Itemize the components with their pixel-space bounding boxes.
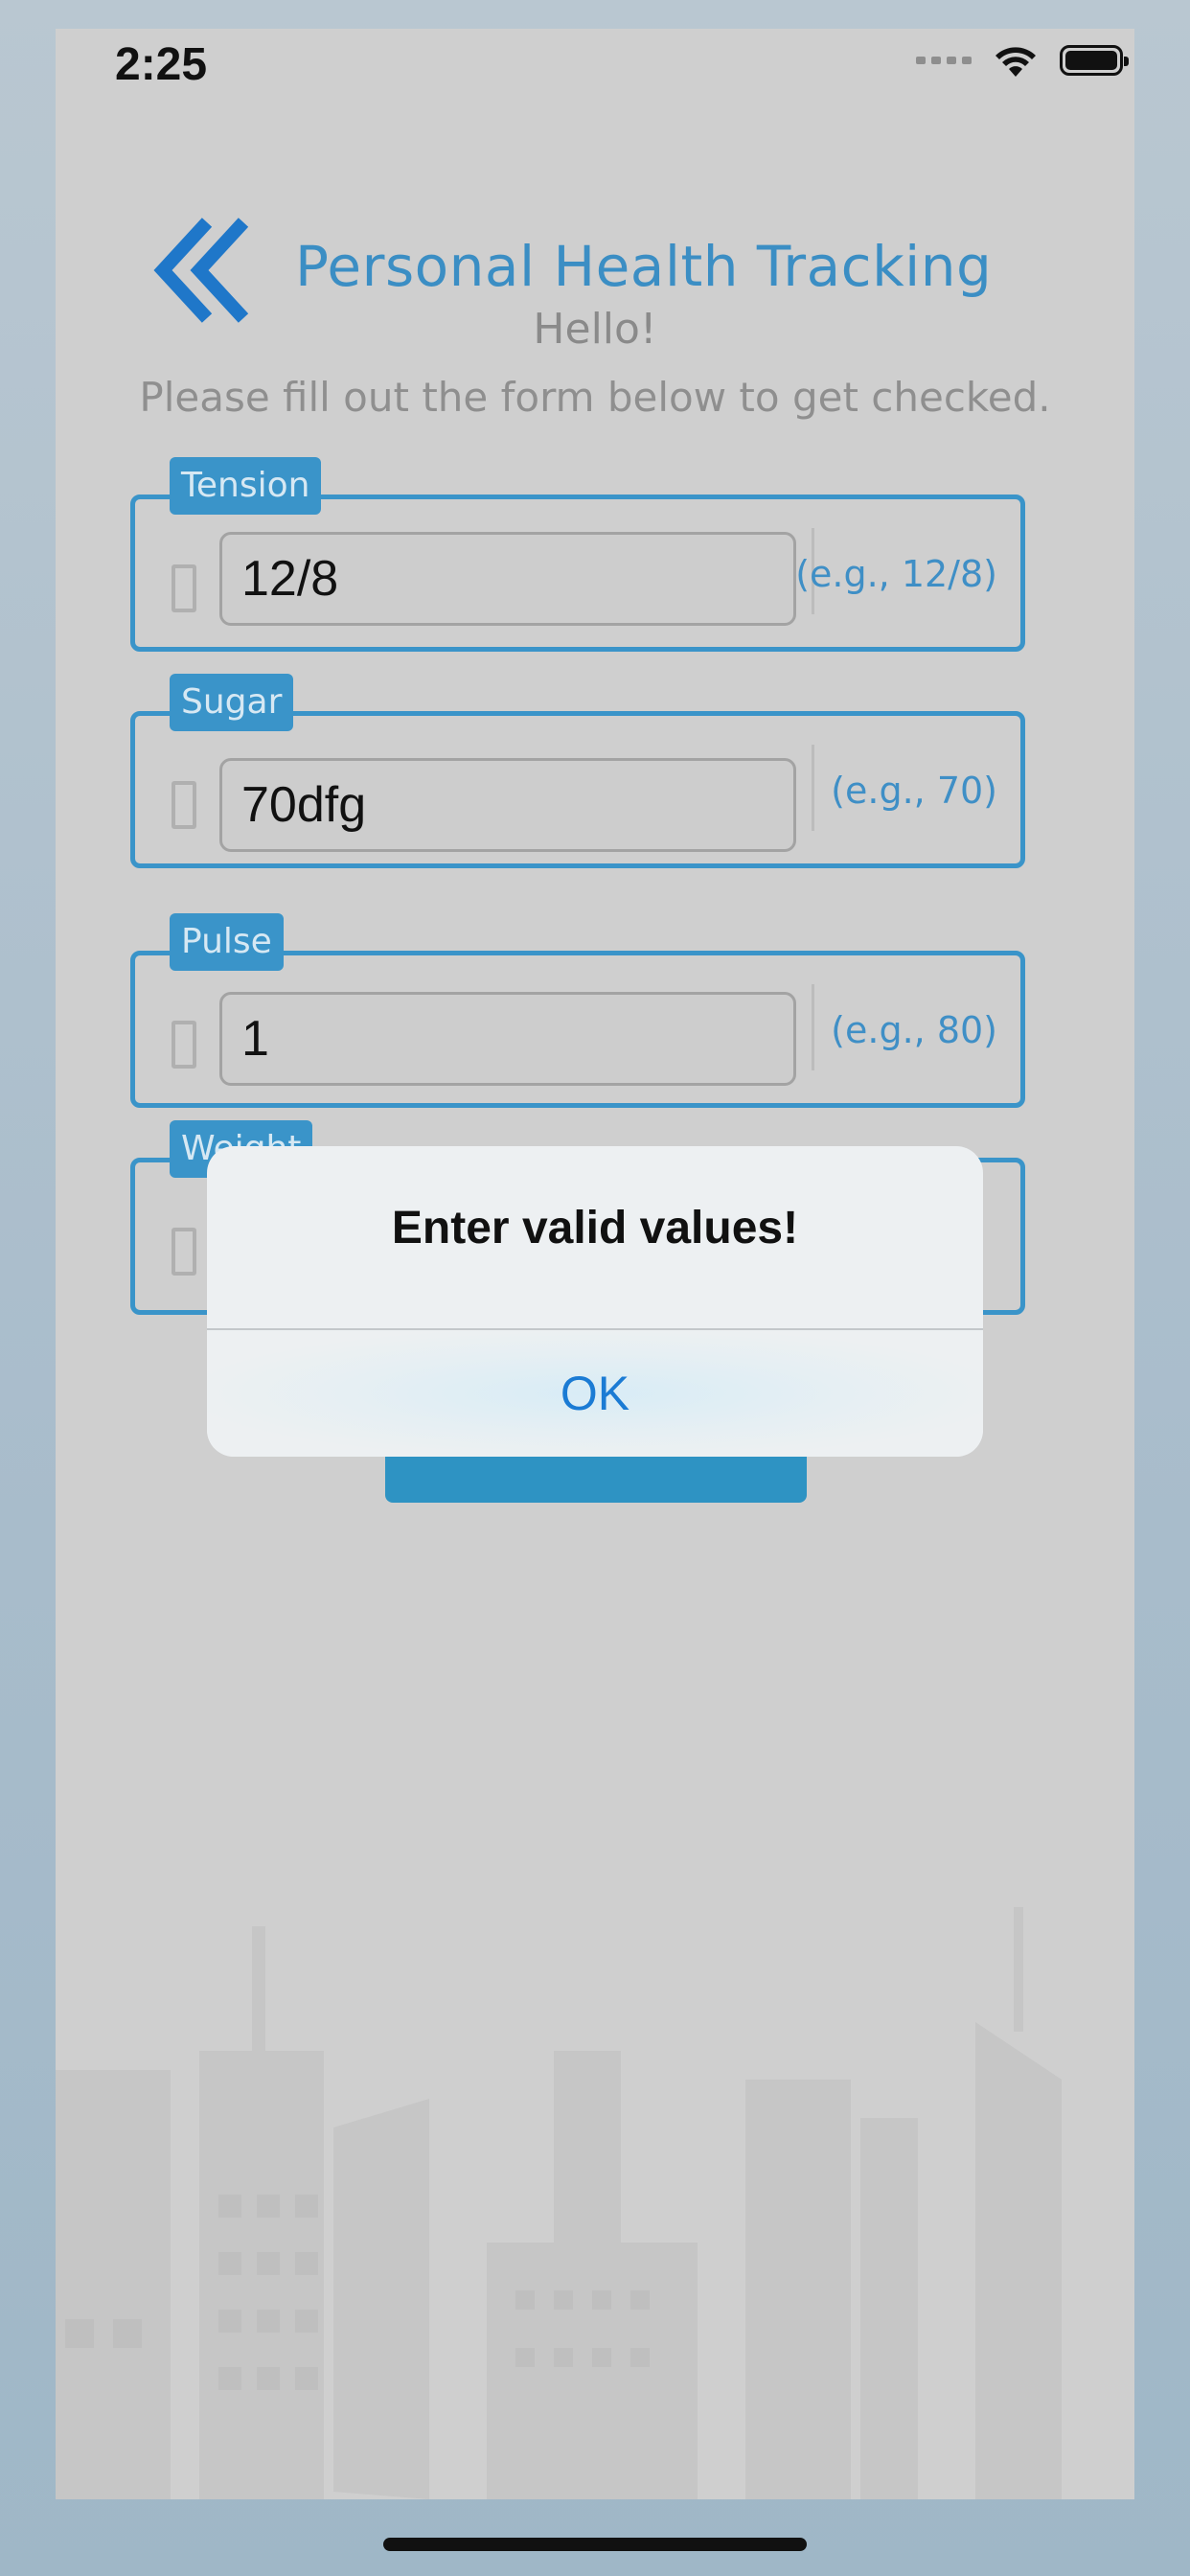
- field-divider: [812, 984, 814, 1070]
- status-time: 2:25: [115, 39, 208, 90]
- instructions-text: Please fill out the form below to get ch…: [139, 374, 1051, 421]
- field-marker-icon: [172, 1228, 196, 1276]
- tension-field-group: Tension 12/8 (e.g., 12/8): [130, 457, 1025, 652]
- city-skyline-illustration: [56, 1907, 1062, 2499]
- sugar-field-group: Sugar 70dfg (e.g., 70): [130, 674, 1025, 868]
- alert-ok-button[interactable]: OK: [207, 1330, 983, 1457]
- alert-dialog: Enter valid values! OK: [207, 1146, 983, 1457]
- field-divider: [812, 745, 814, 831]
- sugar-label: Sugar: [170, 674, 294, 731]
- pulse-input[interactable]: 1: [219, 992, 796, 1086]
- tension-hint: (e.g., 12/8): [795, 553, 997, 595]
- wifi-icon: [995, 47, 1036, 77]
- alert-message: Enter valid values!: [391, 1203, 799, 1254]
- pulse-field-group: Pulse 1 (e.g., 80): [130, 913, 1025, 1108]
- cellular-signal-icon: [916, 57, 972, 64]
- field-marker-icon: [172, 564, 196, 612]
- pulse-hint: (e.g., 80): [831, 1009, 997, 1051]
- status-icons: [916, 42, 1129, 79]
- greeting-text: Hello!: [533, 305, 657, 354]
- tension-label: Tension: [170, 457, 322, 515]
- battery-icon: [1060, 45, 1129, 76]
- home-indicator[interactable]: [383, 2538, 807, 2551]
- field-marker-icon: [172, 781, 196, 829]
- sugar-hint: (e.g., 70): [831, 770, 997, 812]
- field-marker-icon: [172, 1021, 196, 1069]
- page-title: Personal Health Tracking: [295, 234, 993, 299]
- pulse-label: Pulse: [170, 913, 284, 971]
- sugar-input[interactable]: 70dfg: [219, 758, 796, 852]
- tension-input[interactable]: 12/8: [219, 532, 796, 626]
